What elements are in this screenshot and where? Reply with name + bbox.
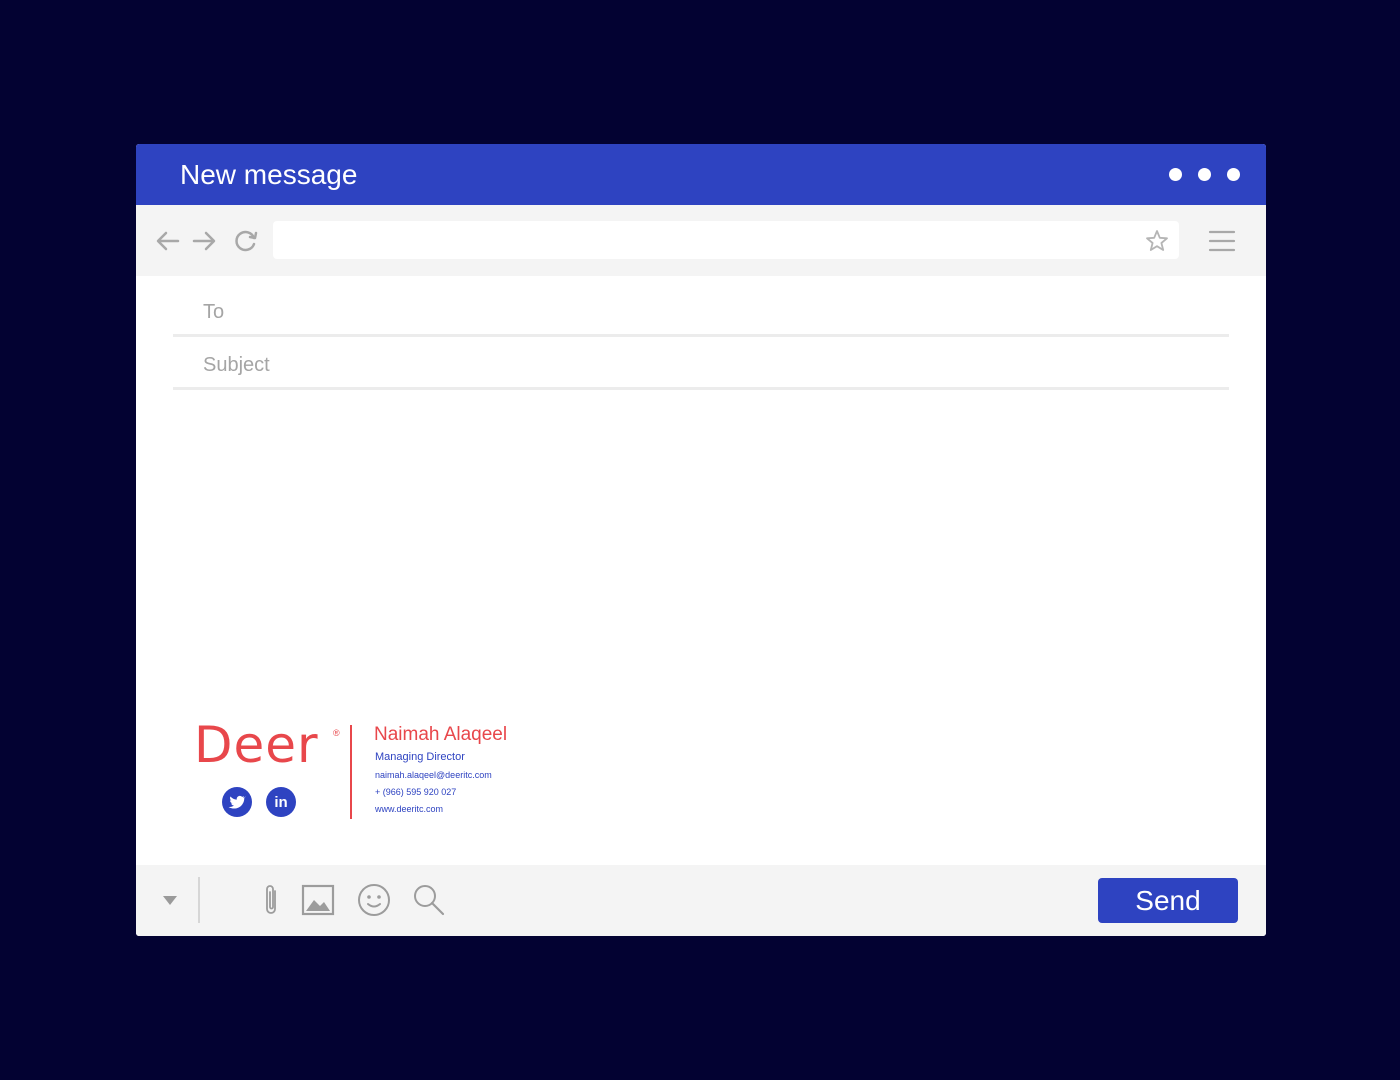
dot-icon: [1169, 168, 1182, 181]
to-input[interactable]: [201, 294, 1205, 330]
url-input[interactable]: [273, 221, 1179, 259]
twitter-bird-icon: [228, 795, 246, 809]
signature-divider: [350, 725, 352, 819]
compose-window: New message Deer ®: [136, 144, 1266, 936]
more-options-button[interactable]: [1169, 168, 1240, 181]
signature-role: Managing Director: [375, 751, 465, 763]
hamburger-menu-icon[interactable]: [1208, 227, 1236, 255]
subject-input[interactable]: [201, 347, 1205, 383]
compose-toolbar: Send: [136, 865, 1266, 936]
image-icon[interactable]: [300, 882, 336, 918]
refresh-icon[interactable]: [232, 227, 260, 255]
signature-website[interactable]: www.deeritc.com: [375, 804, 443, 814]
linkedin-icon[interactable]: in: [266, 787, 296, 817]
to-field: [173, 284, 1229, 337]
linkedin-label: in: [274, 793, 288, 811]
toolbar-divider: [198, 877, 200, 923]
signature-phone: + (966) 595 920 027: [375, 787, 457, 797]
forward-arrow-icon[interactable]: [190, 227, 218, 255]
subject-field: [173, 337, 1229, 390]
browser-nav-bar: [136, 205, 1266, 276]
signature-name: Naimah Alaqeel: [374, 724, 508, 745]
window-title: New message: [180, 159, 358, 190]
deer-logo: Deer: [194, 716, 319, 774]
title-bar: New message: [136, 144, 1266, 205]
dot-icon: [1227, 168, 1240, 181]
star-icon[interactable]: [1144, 228, 1170, 254]
email-signature: Deer ® in Naimah Alaqeel Managing Direct…: [194, 719, 614, 829]
paperclip-icon[interactable]: [254, 882, 290, 918]
smiley-icon[interactable]: [356, 882, 392, 918]
send-button[interactable]: Send: [1098, 878, 1238, 923]
twitter-icon[interactable]: [222, 787, 252, 817]
registered-mark: ®: [333, 728, 340, 738]
signature-email[interactable]: naimah.alaqeel@deeritc.com: [375, 770, 492, 780]
dot-icon: [1198, 168, 1211, 181]
back-arrow-icon[interactable]: [154, 227, 182, 255]
caret-down-icon[interactable]: [160, 893, 180, 907]
search-icon[interactable]: [410, 882, 446, 918]
